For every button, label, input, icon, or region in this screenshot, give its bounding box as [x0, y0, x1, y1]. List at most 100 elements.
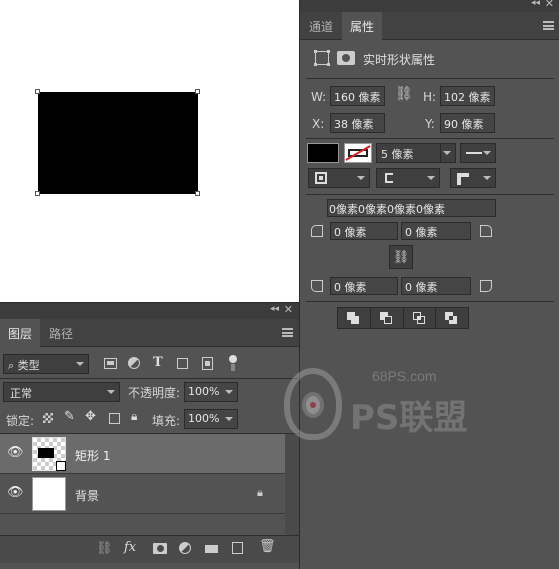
corner-tr-icon	[480, 225, 492, 237]
divider	[306, 194, 554, 195]
watermark-domain: 68PS.com	[372, 368, 437, 384]
stroke-type-dropdown[interactable]	[460, 143, 496, 163]
search-icon: ⌕	[8, 359, 15, 372]
shape-icon	[314, 50, 330, 66]
lock-all-icon[interactable]: 🔒︎	[131, 409, 137, 424]
link-wh-icon[interactable]: ⛓	[395, 86, 413, 102]
filter-pixel-icon[interactable]	[104, 358, 117, 369]
divider	[306, 138, 554, 139]
panel-title-bar: ◂◂ ✕	[300, 0, 559, 12]
tab-layers[interactable]: 图层	[0, 319, 40, 347]
properties-panel: ◂◂ ✕ 通道 属性 实时形状属性 W: 160 像素 ⛓ H: 102 像素 …	[299, 0, 559, 569]
corner-tl-icon	[311, 225, 323, 237]
stroke-color-swatch[interactable]	[344, 143, 372, 163]
w-label: W:	[311, 90, 327, 104]
fx-icon[interactable]: fx	[124, 540, 136, 555]
watermark-logo	[284, 368, 342, 440]
properties-header: 实时形状属性	[363, 53, 436, 67]
corner-tr-field[interactable]: 0 像素	[401, 222, 471, 240]
panel-menu-icon[interactable]	[282, 328, 293, 337]
close-icon[interactable]: ✕	[545, 0, 554, 10]
subtract-shapes-button[interactable]	[371, 308, 404, 328]
new-adjustment-icon[interactable]	[179, 542, 191, 554]
filter-adjustment-icon[interactable]	[128, 357, 140, 369]
link-icon: ⛓	[392, 249, 410, 265]
shape-layer-badge	[56, 461, 66, 471]
link-layers-icon[interactable]: ⛓	[96, 541, 113, 556]
link-corners-button[interactable]: ⛓	[389, 245, 413, 269]
tab-paths[interactable]: 路径	[40, 319, 82, 347]
watermark-brand: PS联盟	[350, 398, 468, 438]
exclude-shapes-button[interactable]	[436, 308, 468, 328]
stroke-width-arrow[interactable]	[440, 143, 456, 163]
fill-color-swatch[interactable]	[307, 143, 339, 163]
stroke-caps-dropdown[interactable]	[376, 168, 440, 188]
corner-br-icon	[480, 280, 492, 292]
unite-shapes-button[interactable]	[338, 308, 371, 328]
x-field[interactable]: 38 像素	[330, 113, 385, 133]
lock-icon: 🔒︎	[257, 486, 263, 499]
filter-type-icon[interactable]: T	[153, 355, 163, 370]
layer-thumbnail[interactable]	[32, 477, 66, 511]
corner-radius-all-field[interactable]: 0像素0像素0像素0像素	[327, 199, 496, 217]
eye-icon[interactable]: 👁︎	[7, 485, 24, 500]
layer-name[interactable]: 矩形 1	[75, 447, 110, 464]
lock-transparent-icon[interactable]	[43, 413, 53, 423]
corner-tl-field[interactable]: 0 像素	[330, 222, 398, 240]
lock-artboard-icon[interactable]	[109, 413, 120, 424]
fill-field[interactable]: 100%	[184, 409, 238, 429]
close-icon[interactable]: ✕	[284, 303, 293, 316]
transform-handle[interactable]	[35, 89, 40, 94]
height-field[interactable]: 102 像素	[440, 86, 495, 106]
x-label: X:	[312, 117, 325, 131]
tab-channels[interactable]: 通道	[300, 12, 342, 40]
divider	[306, 301, 554, 302]
transform-handle[interactable]	[195, 89, 200, 94]
filter-smartobject-icon[interactable]	[202, 357, 213, 370]
stroke-align-dropdown[interactable]	[308, 168, 370, 188]
transform-handle[interactable]	[195, 191, 200, 196]
collapse-icon[interactable]: ◂◂	[531, 0, 540, 8]
y-field[interactable]: 90 像素	[440, 113, 495, 133]
lock-image-icon[interactable]: ✎	[64, 409, 75, 424]
lock-position-icon[interactable]: ✥	[85, 409, 96, 424]
panel-tab-bar: 图层 路径	[0, 319, 299, 347]
new-group-icon[interactable]	[205, 543, 218, 553]
intersect-shapes-button[interactable]	[404, 308, 437, 328]
layers-footer: ⛓ fx 🗑︎	[0, 535, 299, 563]
add-mask-icon[interactable]	[153, 543, 167, 554]
divider	[0, 378, 299, 379]
stroke-corners-dropdown[interactable]	[450, 168, 496, 188]
width-field[interactable]: 160 像素	[330, 86, 385, 106]
layer-row[interactable]: 👁︎ 矩形 1	[0, 434, 285, 474]
panel-title-bar: ◂◂ ✕	[0, 303, 299, 319]
tab-properties[interactable]: 属性	[342, 12, 382, 40]
layer-filter-dropdown[interactable]: ⌕ 类型	[3, 354, 89, 374]
document-canvas[interactable]	[0, 0, 299, 302]
blend-mode-dropdown[interactable]: 正常	[3, 382, 120, 402]
filter-toggle[interactable]	[229, 355, 237, 371]
mask-icon[interactable]	[337, 51, 355, 65]
layer-row[interactable]: 👁︎ 背景 🔒︎	[0, 474, 285, 514]
lock-label: 锁定:	[6, 414, 35, 428]
corner-bl-field[interactable]: 0 像素	[330, 277, 398, 295]
panel-tab-bar: 通道 属性	[300, 12, 559, 40]
filter-shape-icon[interactable]	[177, 358, 188, 369]
opacity-label: 不透明度:	[128, 386, 181, 400]
eye-icon[interactable]: 👁︎	[7, 445, 24, 460]
opacity-field[interactable]: 100%	[184, 382, 238, 402]
transform-handle[interactable]	[35, 191, 40, 196]
corner-br-field[interactable]: 0 像素	[401, 277, 471, 295]
fill-label: 填充:	[152, 414, 181, 428]
layer-name[interactable]: 背景	[75, 487, 99, 504]
panel-menu-icon[interactable]	[543, 21, 554, 30]
layers-panel: ◂◂ ✕ 图层 路径 ⌕ 类型 T 正常 不透明度: 100% 锁定: ✎ ✥ …	[0, 302, 299, 569]
new-layer-icon[interactable]	[232, 542, 243, 554]
collapse-icon[interactable]: ◂◂	[270, 304, 279, 314]
trash-icon[interactable]: 🗑︎	[259, 539, 276, 554]
rectangle-shape[interactable]	[38, 92, 198, 194]
path-ops-group	[337, 307, 469, 329]
watermark: 68PS.com PS联盟	[278, 360, 468, 450]
layer-thumbnail[interactable]	[32, 437, 66, 471]
h-label: H:	[423, 90, 437, 104]
